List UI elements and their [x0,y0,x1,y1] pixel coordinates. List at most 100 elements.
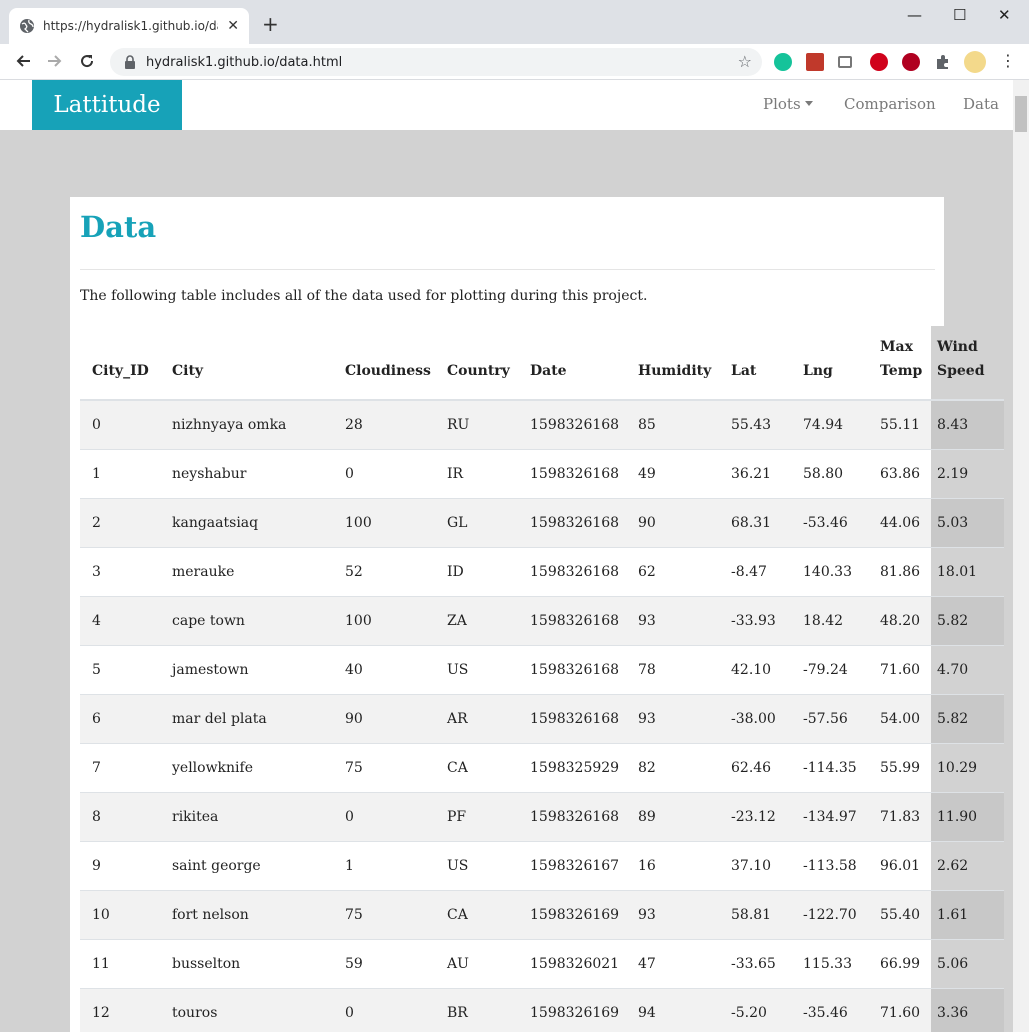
grammarly-extension-icon[interactable] [774,53,792,71]
table-cell: jamestown [160,644,333,694]
new-tab-button[interactable]: + [262,14,279,34]
page-scrollbar[interactable] [1013,80,1029,1032]
table-cell: BR [435,987,518,1032]
table-cell: 1598326021 [518,938,626,988]
table-cell: nizhnyaya omka [160,399,333,449]
table-cell: 63.86 [868,448,931,498]
nav-plots-label: Plots [763,95,801,113]
profile-avatar[interactable] [964,51,986,73]
table-cell: busselton [160,938,333,988]
pdf-extension-icon[interactable] [870,53,888,71]
table-cell: 0 [80,399,160,449]
table-cell: 4 [80,595,160,645]
table-cell: ZA [435,595,518,645]
table-cell: 11 [80,938,160,988]
bookmark-star-icon[interactable]: ☆ [738,52,752,71]
data-table: City_ID City Cloudiness Country Date Hum… [80,326,1004,1032]
table-cell: 1 [333,840,435,890]
table-cell: 100 [333,497,435,547]
table-cell: 71.83 [868,791,931,841]
forward-button[interactable] [44,50,66,72]
table-cell: -8.47 [719,546,791,596]
nav-plots-dropdown[interactable]: Plots [763,95,813,113]
table-cell: 5.82 [931,595,1004,645]
table-cell: 58.80 [791,448,868,498]
table-header-row: City_ID City Cloudiness Country Date Hum… [80,326,1004,401]
nav-comparison-link[interactable]: Comparison [844,95,936,113]
reader-extension-icon[interactable] [838,56,852,68]
table-cell: -113.58 [791,840,868,890]
table-row: 7 yellowknife 75 CA 1598325929 82 62.46 -114.35… [80,742,1004,792]
table-cell: 1 [80,448,160,498]
table-cell: -114.35 [791,742,868,792]
table-cell: 55.43 [719,399,791,449]
table-row: 6 mar del plata 90 AR 1598326168 93 -38.00 -57.… [80,693,1004,743]
column-header: City [160,326,333,401]
table-cell: AU [435,938,518,988]
table-cell: 68.31 [719,497,791,547]
table-cell: 5.03 [931,497,1004,547]
table-cell: 1598326168 [518,595,626,645]
table-cell: 16 [626,840,719,890]
table-cell: 66.99 [868,938,931,988]
table-cell: CA [435,889,518,939]
table-cell: 9 [80,840,160,890]
table-cell: 93 [626,693,719,743]
address-bar[interactable]: hydralisk1.github.io/data.html ☆ [110,48,762,76]
reload-button[interactable] [76,50,98,72]
globe-icon [20,19,34,33]
table-cell: 74.94 [791,399,868,449]
table-cell: 90 [626,497,719,547]
capture-extension-icon[interactable] [902,53,920,71]
lock-icon [125,55,135,69]
browser-titlebar: https://hydralisk1.github.io/data.html ✕… [0,0,1029,44]
bookmark-extension-icon[interactable] [806,53,824,71]
table-row: 4 cape town 100 ZA 1598326168 93 -33.93 18.42 48… [80,595,1004,645]
table-cell: touros [160,987,333,1032]
table-cell: 100 [333,595,435,645]
table-cell: -53.46 [791,497,868,547]
back-arrow-icon [16,55,30,67]
table-cell: -5.20 [719,987,791,1032]
maximize-button[interactable]: ☐ [953,6,966,24]
table-cell: -33.65 [719,938,791,988]
table-cell: 12 [80,987,160,1032]
back-button[interactable] [12,50,34,72]
close-window-button[interactable]: ✕ [998,6,1011,24]
table-cell: 40 [333,644,435,694]
table-cell: -134.97 [791,791,868,841]
table-cell: GL [435,497,518,547]
table-row: 9 saint george 1 US 1598326167 16 37.10 -113.58… [80,840,1004,890]
reload-icon [81,55,94,68]
column-header: Country [435,326,518,401]
table-cell: 7 [80,742,160,792]
tab-close-icon[interactable]: ✕ [227,18,239,34]
minimize-button[interactable]: — [907,6,922,24]
table-cell: US [435,840,518,890]
table-cell: 71.60 [868,987,931,1032]
table-cell: fort nelson [160,889,333,939]
table-cell: 10 [80,889,160,939]
table-cell: 1598326169 [518,889,626,939]
table-cell: 1598326168 [518,693,626,743]
table-row: 0 nizhnyaya omka 28 RU 1598326168 85 55.43 74.9… [80,399,1004,449]
table-cell: 1598325929 [518,742,626,792]
extensions-puzzle-icon[interactable] [934,53,952,71]
nav-data-link[interactable]: Data [963,95,999,113]
browser-tab[interactable]: https://hydralisk1.github.io/data.html ✕ [9,8,249,44]
table-cell: 8.43 [931,399,1004,449]
table-cell: 1598326168 [518,497,626,547]
table-cell: 71.60 [868,644,931,694]
table-cell: 58.81 [719,889,791,939]
table-cell: US [435,644,518,694]
table-cell: 2 [80,497,160,547]
table-cell: ID [435,546,518,596]
table-cell: 44.06 [868,497,931,547]
scrollbar-thumb[interactable] [1015,96,1027,132]
table-cell: 115.33 [791,938,868,988]
brand-logo[interactable]: Lattitude [32,80,182,130]
column-header: Date [518,326,626,401]
browser-menu-icon[interactable]: ⋮ [1000,51,1018,70]
table-cell: 5.06 [931,938,1004,988]
table-cell: 1598326168 [518,448,626,498]
